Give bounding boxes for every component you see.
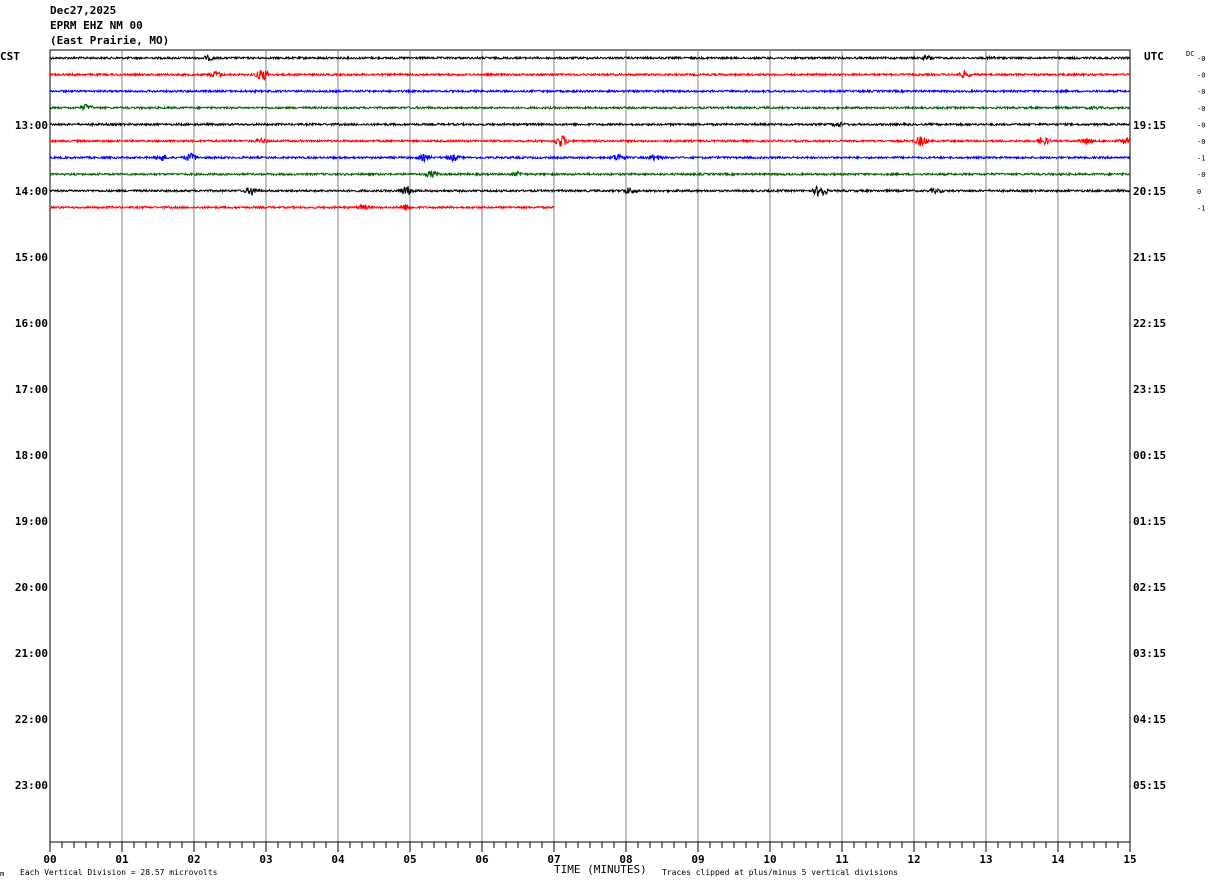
utc-hour-label: 03:15 xyxy=(1133,647,1166,660)
seismic-trace xyxy=(49,69,1131,82)
seismic-trace xyxy=(49,152,1130,164)
dc-offset-value: -0 xyxy=(1197,138,1205,146)
dc-offset-value: 0 xyxy=(1197,188,1201,196)
cst-hour-label: 16:00 xyxy=(15,317,48,330)
x-tick-label: 11 xyxy=(835,853,849,866)
cst-hour-label: 14:00 xyxy=(15,185,48,198)
cst-hour-label: 22:00 xyxy=(15,713,48,726)
utc-hour-label: 22:15 xyxy=(1133,317,1166,330)
utc-hour-label: 23:15 xyxy=(1133,383,1166,396)
cst-hour-label: 19:00 xyxy=(15,515,48,528)
x-tick-label: 02 xyxy=(187,853,200,866)
utc-hour-label: 00:15 xyxy=(1133,449,1166,462)
dc-offset-value: -1 xyxy=(1197,204,1205,212)
x-tick-label: 01 xyxy=(115,853,129,866)
utc-hour-label: 05:15 xyxy=(1133,779,1166,792)
clip-note: Traces clipped at plus/minus 5 vertical … xyxy=(662,868,899,877)
utc-hour-label: 21:15 xyxy=(1133,251,1166,264)
corner-mark: m xyxy=(0,870,5,878)
dc-offset-value: -0 xyxy=(1197,171,1205,179)
dc-offset-value: -1 xyxy=(1197,155,1205,163)
seismic-trace xyxy=(49,135,1131,147)
utc-hour-label: 04:15 xyxy=(1133,713,1166,726)
cst-hour-label: 18:00 xyxy=(15,449,48,462)
seismic-trace xyxy=(49,54,1131,62)
x-axis-title: TIME (MINUTES) xyxy=(554,863,647,876)
scale-note: Each Vertical Division = 28.57 microvolt… xyxy=(20,868,218,877)
cst-hour-label: 23:00 xyxy=(15,779,48,792)
x-tick-label: 14 xyxy=(1051,853,1065,866)
seismic-trace xyxy=(49,88,1131,95)
x-tick-label: 03 xyxy=(259,853,272,866)
utc-hour-label: 01:15 xyxy=(1133,515,1166,528)
cst-hour-label: 15:00 xyxy=(15,251,48,264)
utc-hour-label: 19:15 xyxy=(1133,119,1166,132)
plot-frame xyxy=(49,49,1131,843)
cst-hour-label: 20:00 xyxy=(15,581,48,594)
x-tick-label: 12 xyxy=(907,853,920,866)
utc-hour-label: 20:15 xyxy=(1133,185,1166,198)
x-tick-label: 10 xyxy=(763,853,776,866)
cst-hour-label: 13:00 xyxy=(15,119,48,132)
dc-offset-value: -0 xyxy=(1197,105,1205,113)
dc-offset-value: -0 xyxy=(1197,88,1205,96)
helicorder-plot: 00 01 02 03 04 05 06 07 08 09 10 11 12 13 14 1513:0014:… xyxy=(15,49,1205,866)
utc-hour-label: 02:15 xyxy=(1133,581,1166,594)
seismic-trace xyxy=(49,103,1131,111)
seismic-trace xyxy=(49,203,555,211)
x-tick-label: 15 xyxy=(1123,853,1136,866)
x-tick-label: 05 xyxy=(403,853,416,866)
x-tick-label: 06 xyxy=(475,853,489,866)
x-tick-label: 09 xyxy=(691,853,704,866)
dc-offset-value: -0 xyxy=(1197,72,1205,80)
x-tick-label: 00 xyxy=(43,853,56,866)
seismic-trace xyxy=(49,170,1130,179)
dc-offset-value: -0 xyxy=(1197,55,1205,63)
x-tick-label: 13 xyxy=(979,853,992,866)
cst-hour-label: 17:00 xyxy=(15,383,48,396)
seismic-trace xyxy=(49,185,1131,197)
seismic-trace xyxy=(49,121,1131,129)
cst-hour-label: 21:00 xyxy=(15,647,48,660)
x-tick-label: 04 xyxy=(331,853,345,866)
dc-offset-value: -0 xyxy=(1197,121,1205,129)
